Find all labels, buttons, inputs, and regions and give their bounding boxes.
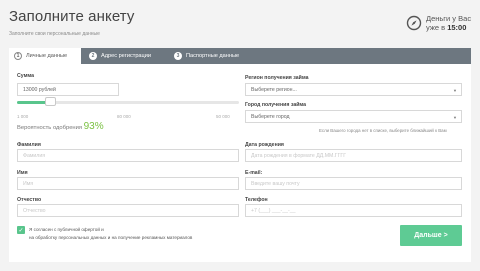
consent-line1: Я согласен с публичной офертой и <box>29 227 104 232</box>
amount-label: Сумма <box>17 73 35 79</box>
chevron-down-icon: ▼ <box>453 88 457 93</box>
amount-slider-handle[interactable] <box>45 97 57 106</box>
city-select[interactable]: Выберете город ▼ <box>245 110 462 123</box>
step-tabs: 1 Личные данные 2 Адрес регистрации 3 Па… <box>9 48 471 64</box>
tab-label: Адрес регистрации <box>101 53 151 59</box>
compass-icon <box>406 15 422 31</box>
firstname-label: Имя <box>17 170 28 176</box>
next-button[interactable]: Дальше > <box>400 225 462 246</box>
slider-mid-label: 80 000 <box>117 114 131 119</box>
tab-registration-address[interactable]: 2 Адрес регистрации <box>89 48 173 64</box>
city-label: Город получения займа <box>245 102 307 108</box>
consent-checkbox[interactable]: ✓ <box>17 226 25 234</box>
tab-label: Личные данные <box>26 53 68 59</box>
chevron-down-icon: ▼ <box>453 115 457 120</box>
firstname-input[interactable]: Имя <box>17 177 239 190</box>
email-input[interactable]: Введите вашу почту <box>245 177 462 190</box>
region-select[interactable]: Выберете регион... ▼ <box>245 83 462 96</box>
city-select-value: Выберете город <box>251 113 290 120</box>
timer-line1: Деньги у Вас <box>426 14 472 23</box>
tab-step-number: 2 <box>89 52 97 60</box>
city-note: Если Вашего города нет в списке, выберит… <box>319 128 447 133</box>
birthdate-label: Дата рождения <box>245 142 284 148</box>
region-select-value: Выберете регион... <box>251 86 297 93</box>
tab-step-number: 1 <box>14 52 22 60</box>
region-label: Регион получения займа <box>245 75 309 81</box>
patronymic-label: Отчество <box>17 197 42 203</box>
amount-input[interactable]: 13000 рублей <box>17 83 119 96</box>
tab-label: Паспортные данные <box>186 53 240 59</box>
slider-min-label: 1 000 <box>17 114 29 119</box>
birthdate-input[interactable]: Дата рождения в формате ДД.ММ.ГГГГ <box>245 149 462 162</box>
money-timer: Деньги у Вас уже в 15:00 <box>426 14 471 32</box>
phone-label: Телефон <box>245 197 268 203</box>
page-title: Заполните анкету <box>9 8 135 25</box>
consent-line2: на обработку персональных данных и на по… <box>29 234 193 240</box>
consent-text: Я согласен с публичной офертой и на обра… <box>29 226 192 241</box>
checkmark-icon: ✓ <box>18 227 24 234</box>
lastname-label: Фамилия <box>17 142 41 148</box>
tab-personal-data[interactable]: 1 Личные данные <box>9 48 81 64</box>
approval-label: Вероятность одобрения <box>17 125 82 131</box>
lastname-input[interactable]: Фамилия <box>17 149 239 162</box>
approval-value: 93% <box>83 121 104 132</box>
patronymic-input[interactable]: Отчество <box>17 204 239 217</box>
page-header: Заполните анкету Заполните свои персонал… <box>0 0 480 48</box>
page-subtitle: Заполните свои персональные данные <box>9 31 100 37</box>
timer-line2: уже в 15:00 <box>426 23 471 32</box>
tab-step-number: 3 <box>174 52 182 60</box>
email-label: E-mail: <box>245 170 263 176</box>
phone-input[interactable]: +7 (___) ___-__-__ <box>245 204 462 217</box>
tab-passport-data[interactable]: 3 Паспортные данные <box>174 48 274 64</box>
slider-max-label: 50 000 <box>216 114 230 119</box>
timer-time: 15:00 <box>447 23 467 32</box>
form-panel: Сумма 13000 рублей 1 000 80 000 50 000 В… <box>9 64 471 262</box>
timer-prefix: уже в <box>426 23 446 32</box>
approval-probability: Вероятность одобрения 93% <box>17 121 104 132</box>
